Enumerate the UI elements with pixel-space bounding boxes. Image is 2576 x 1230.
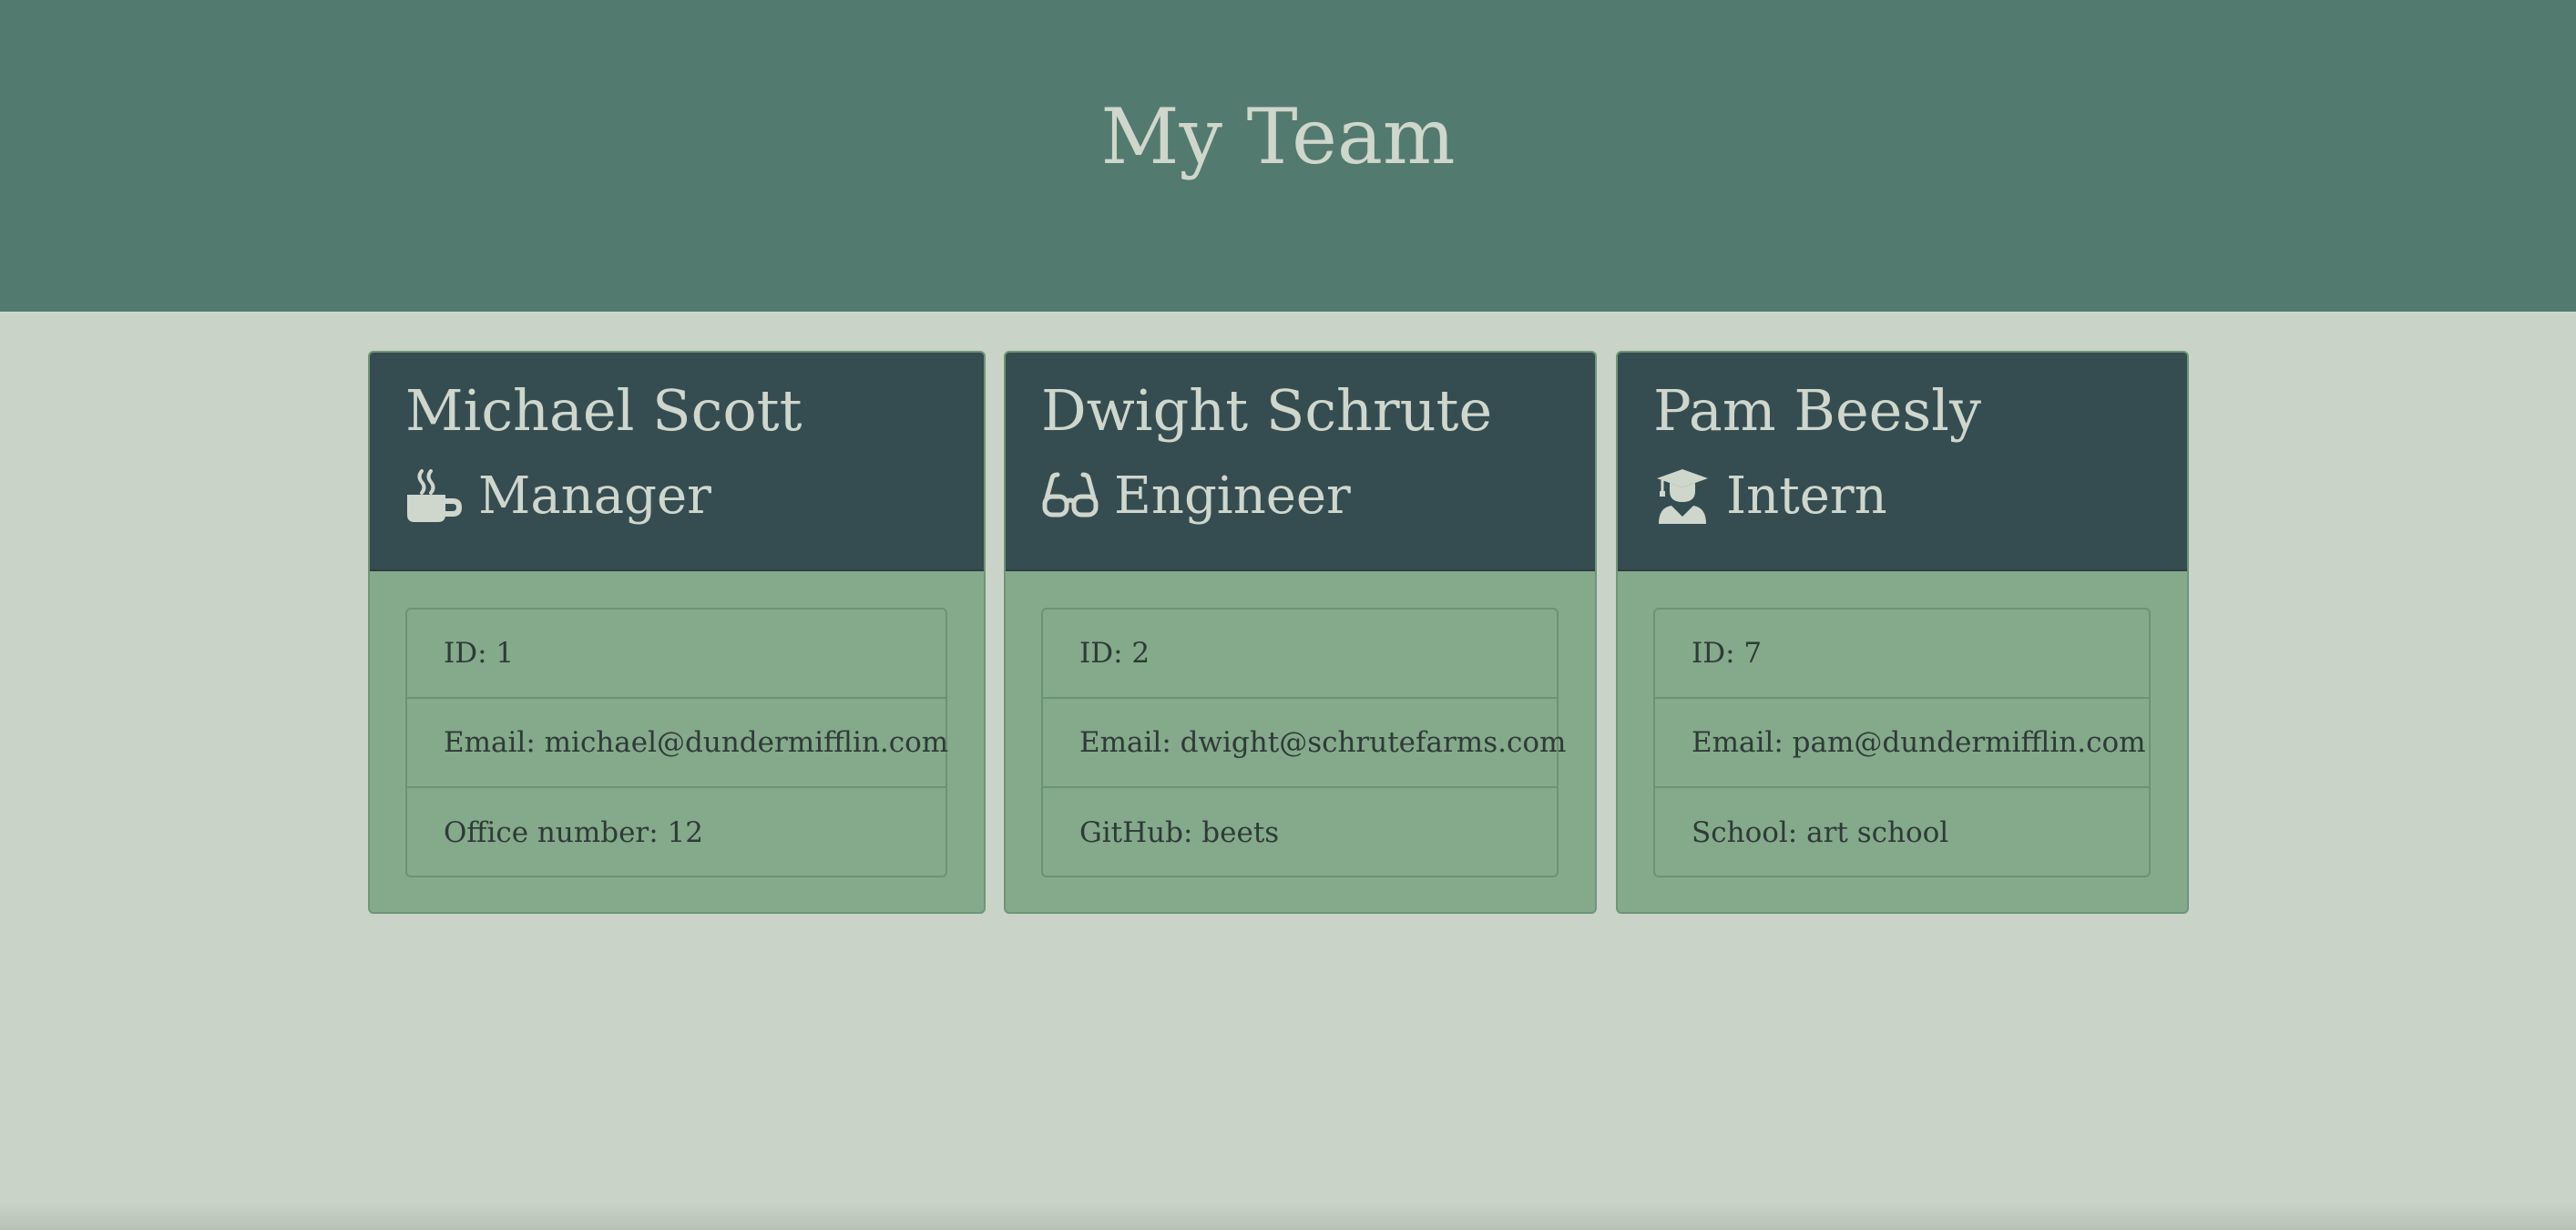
employee-role: Intern: [1653, 460, 1887, 533]
employee-email: Email: michael@dundermifflin.com: [407, 699, 948, 788]
employee-card-manager: Michael Scott Manager ID: 1 Email: micha…: [368, 351, 986, 914]
coffee-mug-icon: [405, 467, 464, 526]
info-list: ID: 2 Email: dwight@schrutefarms.com Git…: [1041, 608, 1566, 877]
employee-email: Email: pam@dundermifflin.com: [1655, 699, 2149, 788]
employee-name: Pam Beesly: [1653, 377, 1982, 444]
employee-card-engineer: Dwight Schrute Engineer ID: 2 Email: dwi…: [1004, 351, 1597, 914]
page-header: My Team: [0, 0, 2576, 312]
glasses-icon: [1041, 467, 1099, 526]
info-list: ID: 1 Email: michael@dundermifflin.com O…: [405, 608, 948, 877]
role-label: Engineer: [1114, 466, 1351, 526]
employee-role: Engineer: [1041, 460, 1351, 533]
employee-id: ID: 2: [1043, 610, 1557, 699]
office-number: Office number: 12: [444, 816, 703, 849]
employee-card-intern: Pam Beesly Intern ID: 7 Email: pam@dunde…: [1616, 351, 2189, 914]
card-header: Pam Beesly Intern: [1618, 353, 2187, 571]
github-username: GitHub: beets: [1079, 816, 1280, 849]
employee-name: Dwight Schrute: [1041, 377, 1493, 444]
employee-id: ID: 1: [407, 610, 946, 699]
role-label: Intern: [1726, 466, 1887, 526]
employee-name: Michael Scott: [405, 377, 802, 444]
school-name: School: art school: [1692, 816, 1949, 849]
employee-email: Email: dwight@schrutefarms.com: [1043, 699, 1566, 788]
graduate-icon: [1653, 467, 1712, 526]
page-title: My Team: [1100, 92, 1456, 181]
card-header: Dwight Schrute Engineer: [1006, 353, 1595, 571]
card-header: Michael Scott Manager: [370, 353, 984, 571]
employee-id: ID: 7: [1655, 610, 2149, 699]
info-list: ID: 7 Email: pam@dundermifflin.com Schoo…: [1653, 608, 2151, 877]
role-label: Manager: [478, 466, 711, 526]
bottom-shade: [0, 1203, 2576, 1230]
employee-role: Manager: [405, 460, 711, 533]
